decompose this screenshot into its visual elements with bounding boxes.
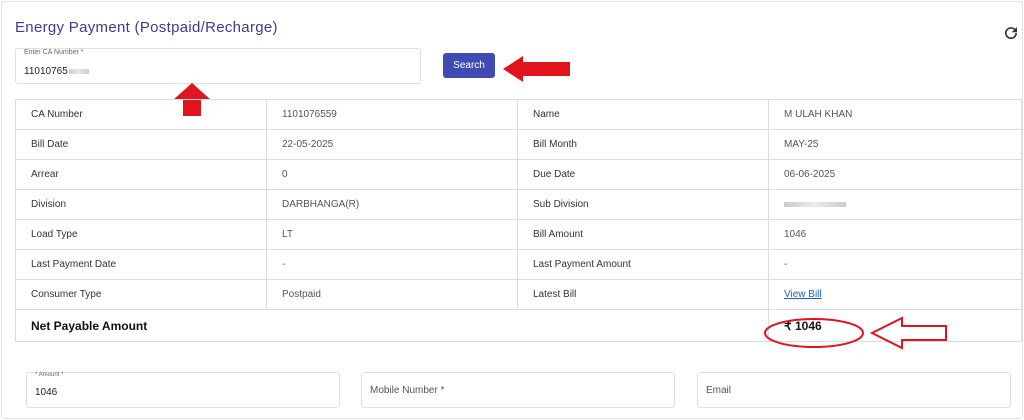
search-button[interactable]: Search	[443, 53, 495, 78]
row-value: 1046	[768, 219, 1022, 250]
row-label: Division	[15, 189, 267, 220]
arrow-left-annotation	[503, 56, 570, 82]
mobile-number-input[interactable]: Mobile Number *	[370, 385, 444, 396]
name-value: M ULAH KHAN	[768, 99, 1022, 130]
row-label: Arrear	[15, 159, 267, 190]
sub-division-value	[768, 189, 1022, 220]
table-row: CA Number 1101076559 Name M ULAH KHAN	[15, 99, 1022, 130]
row-value: 0	[266, 159, 518, 190]
row-value: DARBHANGA(R)	[266, 189, 518, 220]
ca-number-label: Enter CA Number *	[24, 49, 84, 56]
row-label: Name	[517, 99, 769, 130]
net-payable-label: Net Payable Amount	[15, 309, 769, 342]
latest-bill-cell: View Bill	[768, 279, 1022, 310]
row-label: Bill Amount	[517, 219, 769, 250]
table-row: Last Payment Date - Last Payment Amount …	[15, 249, 1022, 280]
amount-field[interactable]: * Amount * 1046	[26, 372, 340, 408]
row-value: 1101076559	[266, 99, 518, 130]
redacted-digits	[68, 68, 89, 74]
table-row: Division DARBHANGA(R) Sub Division	[15, 189, 1022, 220]
row-value: LT	[266, 219, 518, 250]
table-row: Load Type LT Bill Amount 1046	[15, 219, 1022, 250]
mobile-number-field[interactable]: Mobile Number *	[361, 372, 675, 408]
row-label: Load Type	[15, 219, 267, 250]
email-input[interactable]: Email	[706, 385, 731, 396]
row-label: Last Payment Amount	[517, 249, 769, 280]
table-row: Consumer Type Postpaid Latest Bill View …	[15, 279, 1022, 310]
page-title: Energy Payment (Postpaid/Recharge)	[15, 19, 278, 36]
amount-label: * Amount *	[35, 372, 64, 378]
table-row: Arrear 0 Due Date 06-06-2025	[15, 159, 1022, 190]
row-label: Due Date	[517, 159, 769, 190]
row-value: -	[266, 249, 518, 280]
row-label: CA Number	[15, 99, 267, 130]
row-label: Sub Division	[517, 189, 769, 220]
refresh-icon[interactable]	[1002, 24, 1020, 42]
row-value: 22-05-2025	[266, 129, 518, 160]
row-label: Last Payment Date	[15, 249, 267, 280]
view-bill-link[interactable]: View Bill	[784, 289, 822, 300]
table-row: Bill Date 22-05-2025 Bill Month MAY-25	[15, 129, 1022, 160]
row-value: 06-06-2025	[768, 159, 1022, 190]
redacted-text	[784, 201, 846, 207]
amount-input[interactable]: 1046	[35, 387, 57, 398]
row-label: Consumer Type	[15, 279, 267, 310]
row-label: Latest Bill	[517, 279, 769, 310]
row-label: Bill Date	[15, 129, 267, 160]
bill-details-table: CA Number 1101076559 Name M ULAH KHAN Bi…	[15, 99, 1022, 342]
row-value: MAY-25	[768, 129, 1022, 160]
row-value: Postpaid	[266, 279, 518, 310]
ca-number-field[interactable]: Enter CA Number * 11010765	[15, 48, 421, 84]
row-label: Bill Month	[517, 129, 769, 160]
highlight-annotation	[764, 316, 947, 350]
email-field[interactable]: Email	[697, 372, 1011, 408]
ca-number-input[interactable]: 11010765	[24, 66, 89, 77]
row-value: -	[768, 249, 1022, 280]
